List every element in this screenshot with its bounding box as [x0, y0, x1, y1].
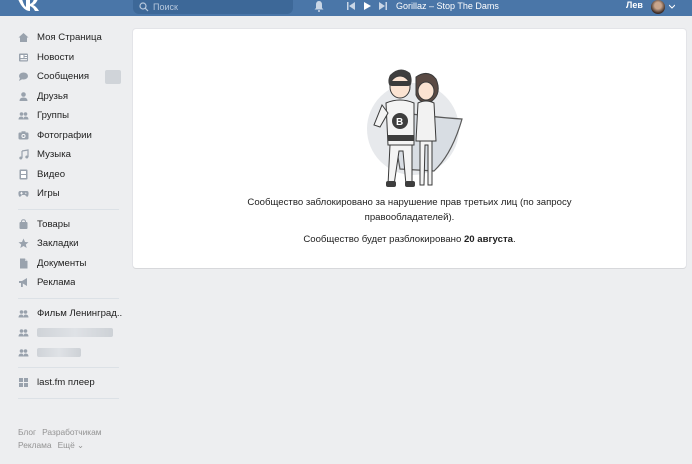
sidebar-divider [18, 208, 119, 210]
video-icon [19, 169, 28, 180]
sidebar-item-app[interactable]: last.fm плеер [0, 373, 125, 393]
footer-link-developers[interactable]: Разработчикам [42, 427, 101, 437]
unblock-message-suffix: . [513, 234, 516, 245]
previous-track-icon[interactable] [346, 1, 356, 11]
bag-icon [19, 219, 28, 229]
blurred-community-name [37, 328, 113, 338]
apps-grid-icon [19, 378, 28, 388]
sidebar-divider [18, 297, 119, 299]
music-icon [19, 149, 29, 160]
play-icon[interactable] [362, 1, 372, 11]
sidebar-item-community-hidden[interactable] [0, 343, 125, 363]
sidebar-item-label: Закладки [37, 238, 79, 250]
sidebar-item-documents[interactable]: Документы [0, 254, 125, 274]
sidebar-item-label: Товары [37, 218, 71, 230]
sidebar-item-my-page[interactable]: Моя Страница [0, 28, 125, 48]
sidebar-item-video[interactable]: Видео [0, 165, 125, 185]
blocked-message: Сообщество заблокировано за нарушение пр… [247, 197, 572, 223]
document-icon [20, 258, 28, 269]
news-icon [19, 53, 28, 62]
sidebar-item-news[interactable]: Новости [0, 48, 125, 68]
unread-badge [105, 70, 121, 84]
blurred-community-name [37, 347, 81, 357]
sidebar-item-music[interactable]: Музыка [0, 145, 125, 165]
search-input[interactable] [153, 1, 283, 13]
community-icon [18, 329, 29, 337]
unblock-message: Сообщество будет разблокировано 20 авгус… [133, 232, 686, 247]
community-icon [18, 309, 29, 318]
sidebar-item-label: Новости [37, 51, 75, 63]
megaphone-icon [19, 278, 27, 288]
top-bar: Gorillaz – Stop The Dams Лев [0, 0, 692, 16]
gamepad-icon [18, 191, 29, 197]
superhero-couple-illustration: B [367, 69, 463, 187]
now-playing-track[interactable]: Gorillaz – Stop The Dams [396, 1, 499, 11]
blocked-community-card: B Сообщество заблокировано за нарушение … [133, 29, 686, 268]
sidebar-item-label: Группы [37, 110, 69, 122]
camera-icon [18, 131, 29, 140]
sidebar-item-groups[interactable]: Группы [0, 106, 125, 126]
unblock-message-prefix: Сообщество будет разблокировано [303, 234, 464, 245]
sidebar-item-label: Реклама [37, 277, 76, 289]
sidebar-item-goods[interactable]: Товары [0, 215, 125, 235]
sidebar-item-photos[interactable]: Фотографии [0, 126, 125, 146]
sidebar-divider [18, 397, 119, 399]
sidebar-item-label: Сообщения [37, 71, 90, 83]
sidebar-item-label: last.fm плеер [37, 377, 95, 389]
sidebar-item-label: Музыка [37, 149, 71, 161]
search-icon [139, 2, 149, 12]
sidebar-item-label: Моя Страница [37, 32, 102, 44]
bell-icon[interactable] [314, 0, 324, 12]
player-controls [346, 1, 388, 13]
vk-logo-icon[interactable] [17, 0, 43, 12]
community-icon [18, 348, 29, 357]
svg-text:B: B [396, 117, 403, 128]
avatar[interactable] [651, 0, 665, 14]
sidebar-item-ads[interactable]: Реклама [0, 273, 125, 293]
sidebar-item-label: Документы [37, 257, 87, 269]
unblock-date: 20 августа [463, 234, 514, 245]
messages-icon [19, 72, 28, 82]
sidebar-item-friends[interactable]: Друзья [0, 87, 125, 107]
sidebar-divider [18, 367, 119, 368]
friends-icon [19, 91, 28, 101]
sidebar-item-community-hidden[interactable] [0, 323, 125, 343]
sidebar-item-label: Друзья [37, 90, 69, 102]
user-name[interactable]: Лев [626, 0, 643, 10]
chevron-down-icon[interactable] [669, 4, 675, 10]
footer-links: Блог Разработчикам Реклама Ещё ⌄ [18, 426, 118, 452]
sidebar-item-label: Игры [37, 188, 60, 200]
footer-link-more[interactable]: Ещё ⌄ [58, 440, 84, 450]
sidebar-item-label: Фильм Ленинград.. [37, 307, 123, 319]
sidebar-item-messages[interactable]: Сообщения [0, 67, 125, 87]
search-box[interactable] [133, 0, 293, 14]
next-track-icon[interactable] [378, 1, 388, 11]
footer-link-ads[interactable]: Реклама [18, 440, 52, 450]
sidebar-item-bookmarks[interactable]: Закладки [0, 234, 125, 254]
sidebar: Моя Страница Новости Сообщения Друзья Гр… [0, 28, 125, 404]
sidebar-item-label: Видео [37, 168, 66, 180]
home-icon [18, 33, 29, 43]
sidebar-item-label: Фотографии [37, 129, 92, 141]
groups-icon [18, 112, 29, 120]
footer-link-blog[interactable]: Блог [18, 427, 36, 437]
sidebar-item-games[interactable]: Игры [0, 184, 125, 204]
sidebar-item-community[interactable]: Фильм Ленинград.. [0, 304, 125, 324]
star-icon [18, 238, 29, 249]
